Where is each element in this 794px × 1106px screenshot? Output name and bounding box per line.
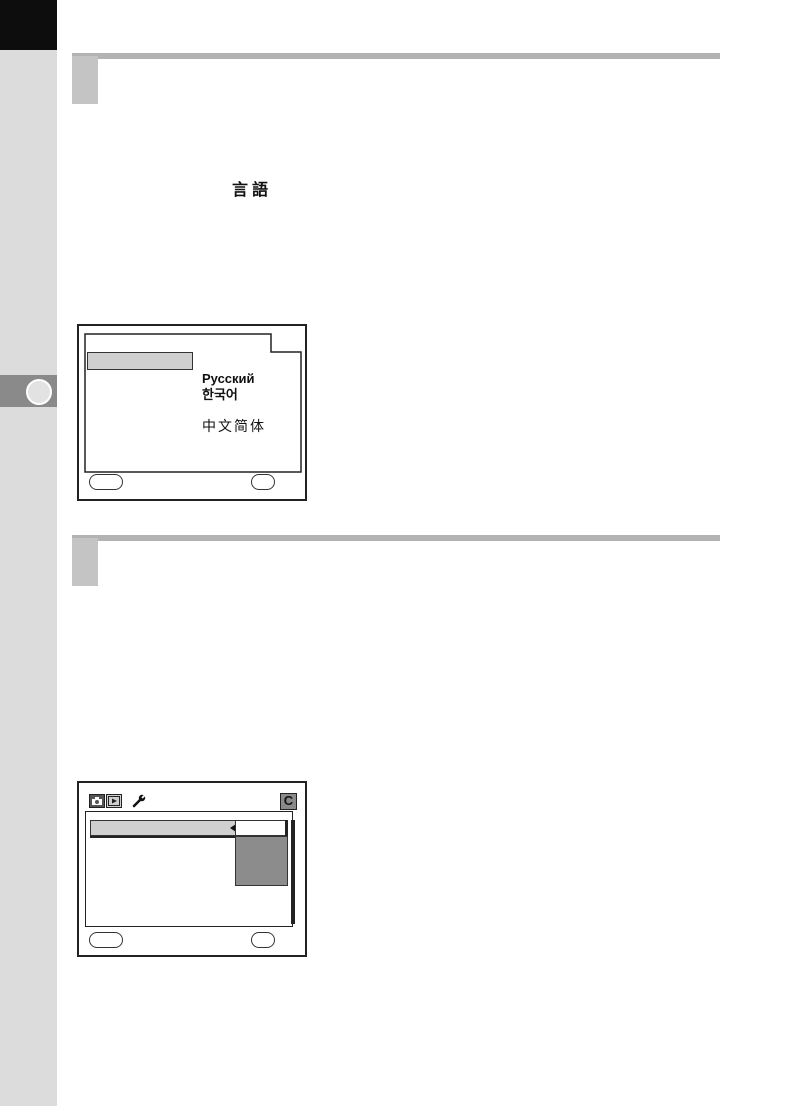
side-strip — [0, 0, 57, 1106]
language-item-korean[interactable]: 한국어 — [202, 387, 238, 402]
custom-tab[interactable]: C — [280, 793, 297, 810]
setup-menu-panel — [85, 811, 293, 927]
dropdown-list[interactable] — [235, 836, 288, 886]
chapter-circle-icon — [26, 379, 52, 405]
camera-icon[interactable] — [89, 794, 105, 808]
language-item-chinese[interactable]: 中文简体 — [202, 419, 266, 434]
corner-block — [0, 0, 57, 50]
section1-header-block — [72, 56, 98, 104]
inline-japanese-text: 言語 — [232, 180, 273, 199]
ok-pill-icon[interactable] — [251, 474, 275, 490]
ok-pill-icon[interactable] — [251, 932, 275, 948]
language-item-russian[interactable]: Русский — [202, 371, 255, 386]
section2-header-bar — [72, 535, 720, 541]
dropdown-selected[interactable] — [235, 820, 288, 836]
row-underline — [90, 836, 236, 838]
wrench-icon[interactable] — [131, 793, 147, 809]
playback-icon[interactable] — [106, 794, 122, 808]
scrollbar[interactable] — [291, 820, 295, 924]
menu-pill-icon[interactable] — [89, 474, 123, 490]
section1-header-bar — [72, 53, 720, 59]
language-screen: Русский 한국어 中文简体 — [77, 324, 307, 501]
section2-header-block — [72, 538, 98, 586]
setup-screen: C — [77, 781, 307, 957]
language-highlight-item[interactable] — [87, 352, 193, 370]
menu-pill-icon[interactable] — [89, 932, 123, 948]
dropdown-edge — [285, 820, 288, 836]
